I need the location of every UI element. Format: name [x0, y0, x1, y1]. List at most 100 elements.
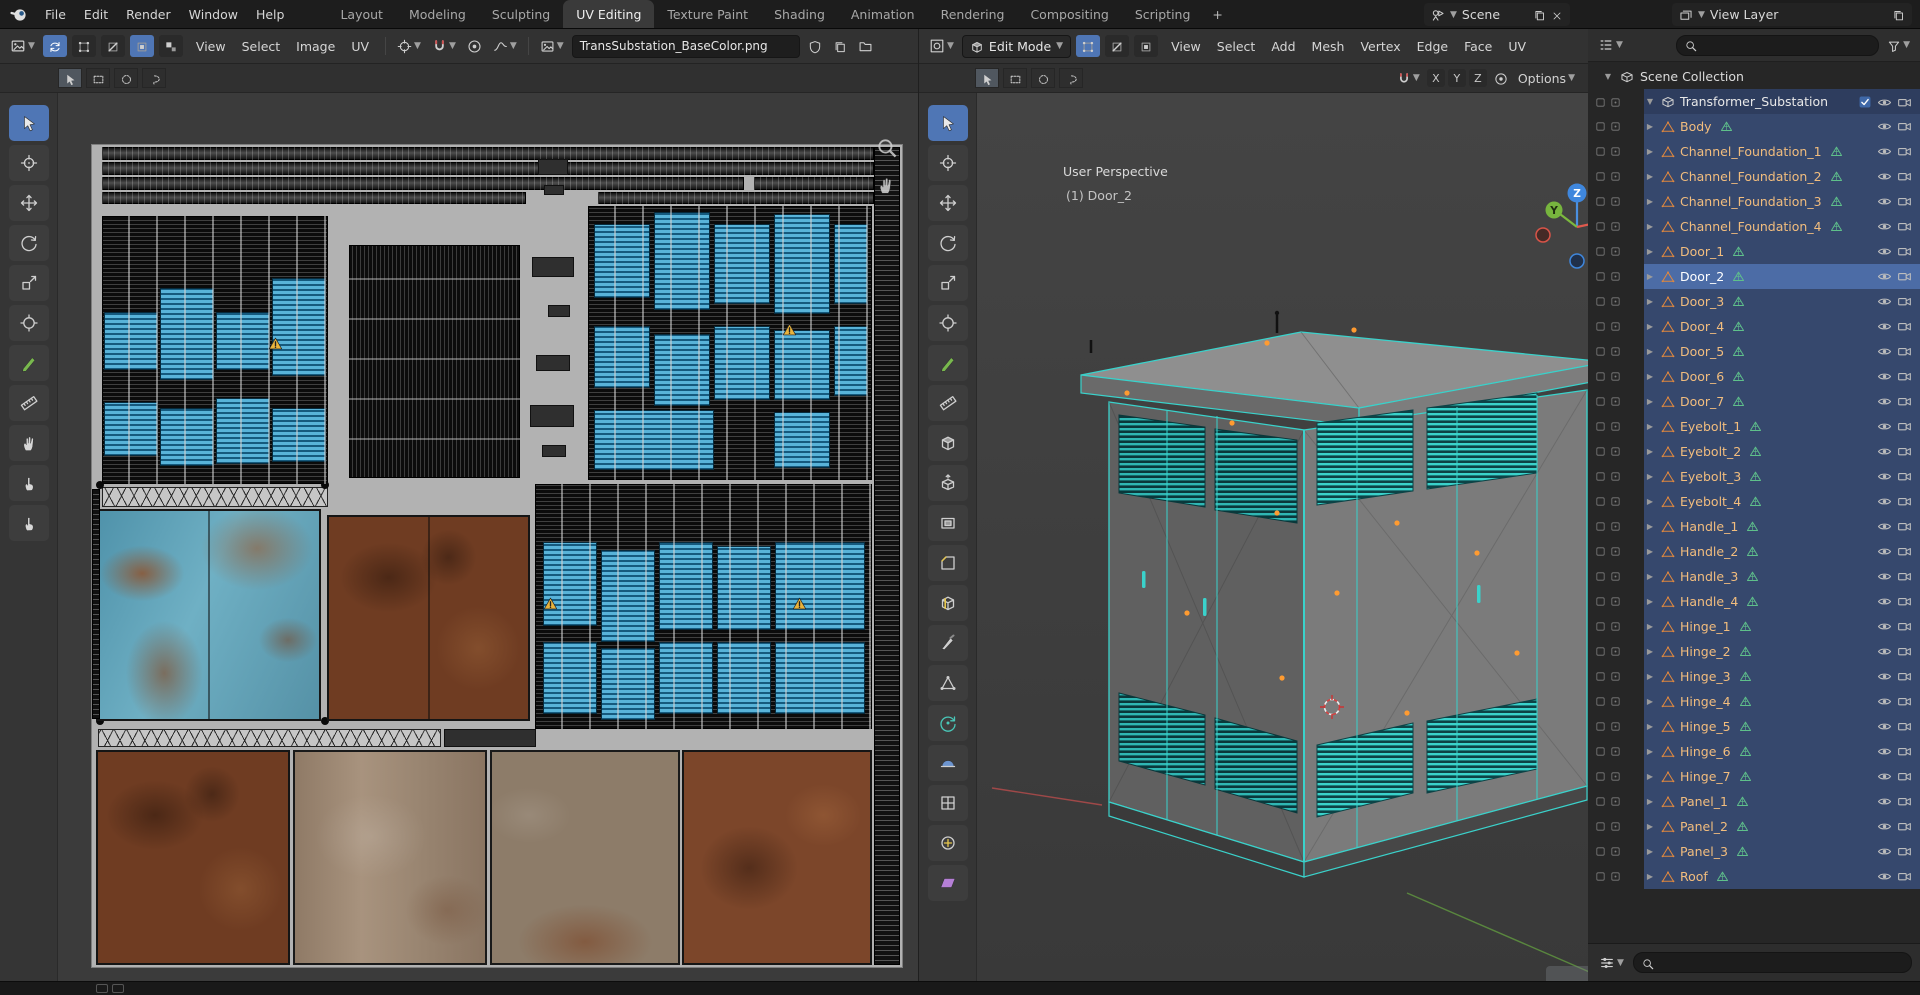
- outliner-search-input[interactable]: [1675, 34, 1880, 56]
- uv-select-lasso[interactable]: [142, 68, 166, 88]
- viewport-canvas[interactable]: User Perspective (1) Door_2 Z Y X: [977, 93, 1588, 981]
- vp-select-lasso[interactable]: [1059, 68, 1083, 88]
- hide-viewport-toggle[interactable]: [1877, 494, 1892, 509]
- expand-icon[interactable]: ▶: [1644, 472, 1656, 481]
- tab-shading[interactable]: Shading: [761, 0, 838, 28]
- expand-icon[interactable]: ▶: [1644, 247, 1656, 256]
- axis-toggle-y[interactable]: Y: [1447, 69, 1466, 87]
- disable-render-toggle[interactable]: [1897, 369, 1912, 384]
- extrude-region-tool[interactable]: [927, 465, 968, 501]
- viewport-menu-edge[interactable]: Edge: [1409, 39, 1456, 54]
- outliner-row-door_1[interactable]: ▶ Door_1: [1588, 239, 1920, 264]
- outliner-row-handle_3[interactable]: ▶ Handle_3: [1588, 564, 1920, 589]
- outliner-row-handle_4[interactable]: ▶ Handle_4: [1588, 589, 1920, 614]
- disable-render-toggle[interactable]: [1897, 544, 1912, 559]
- uv-editor-type-button[interactable]: ▼: [7, 36, 38, 57]
- rotate-tool[interactable]: [8, 225, 49, 261]
- outliner-filter-button[interactable]: ▼: [1884, 35, 1913, 55]
- expand-icon[interactable]: ▶: [1644, 522, 1656, 531]
- collection-checkbox[interactable]: [1858, 94, 1872, 110]
- disable-render-toggle[interactable]: [1897, 844, 1912, 859]
- outliner-row-hinge_2[interactable]: ▶ Hinge_2: [1588, 639, 1920, 664]
- disable-render-toggle[interactable]: [1897, 619, 1912, 634]
- uv-select-mode-edge[interactable]: [100, 35, 125, 57]
- axis-toggle-x[interactable]: X: [1426, 69, 1445, 87]
- expand-icon[interactable]: ▶: [1644, 647, 1656, 656]
- disable-render-toggle[interactable]: [1897, 694, 1912, 709]
- viewport-menu-vertex[interactable]: Vertex: [1352, 39, 1408, 54]
- viewport-menu-uv[interactable]: UV: [1500, 39, 1534, 54]
- tab-rendering[interactable]: Rendering: [928, 0, 1018, 28]
- zoom-icon[interactable]: [876, 137, 898, 159]
- disable-render-toggle[interactable]: [1897, 169, 1912, 184]
- hide-viewport-toggle[interactable]: [1877, 119, 1892, 134]
- expand-icon[interactable]: ▶: [1644, 672, 1656, 681]
- tweak-tool[interactable]: [927, 105, 968, 141]
- expand-icon[interactable]: ▶: [1644, 172, 1656, 181]
- fake-user-button[interactable]: [805, 36, 825, 56]
- image-name-field[interactable]: TransSubstation_BaseColor.png: [571, 34, 800, 58]
- disable-render-toggle[interactable]: [1897, 869, 1912, 884]
- hide-viewport-toggle[interactable]: [1877, 369, 1892, 384]
- grab-tool[interactable]: [8, 425, 49, 461]
- hide-viewport-toggle[interactable]: [1877, 169, 1892, 184]
- outliner-row-panel_2[interactable]: ▶ Panel_2: [1588, 814, 1920, 839]
- viewport-menu-add[interactable]: Add: [1263, 39, 1303, 54]
- cursor-tool[interactable]: [8, 145, 49, 181]
- uv-pivot-button[interactable]: ▼: [394, 36, 424, 56]
- gizmo-z-neg-axis[interactable]: [1569, 253, 1585, 269]
- outliner-row-channel_foundation_3[interactable]: ▶ Channel_Foundation_3: [1588, 189, 1920, 214]
- expand-icon[interactable]: ▶: [1644, 272, 1656, 281]
- uv-menu-select[interactable]: Select: [234, 39, 289, 54]
- pinch-tool[interactable]: [8, 505, 49, 541]
- new-image-button[interactable]: [830, 36, 850, 56]
- expand-icon[interactable]: ▶: [1644, 772, 1656, 781]
- move-tool[interactable]: [8, 185, 49, 221]
- hide-viewport-toggle[interactable]: [1877, 669, 1892, 684]
- outliner-row-handle_1[interactable]: ▶ Handle_1: [1588, 514, 1920, 539]
- hide-viewport-toggle[interactable]: [1877, 594, 1892, 609]
- hide-viewport-toggle[interactable]: [1877, 619, 1892, 634]
- outliner-row-panel_3[interactable]: ▶ Panel_3: [1588, 839, 1920, 864]
- uv-sync-selection-toggle[interactable]: [42, 35, 67, 57]
- open-image-button[interactable]: [855, 36, 876, 56]
- outliner-row-hinge_3[interactable]: ▶ Hinge_3: [1588, 664, 1920, 689]
- snap-button[interactable]: ▼: [1394, 68, 1423, 88]
- cursor-tool[interactable]: [927, 145, 968, 181]
- uv-select-tweak[interactable]: [58, 68, 82, 88]
- menu-help[interactable]: Help: [247, 0, 294, 28]
- hide-viewport-toggle[interactable]: [1877, 869, 1892, 884]
- outliner-row-eyebolt_2[interactable]: ▶ Eyebolt_2: [1588, 439, 1920, 464]
- outliner-row-handle_2[interactable]: ▶ Handle_2: [1588, 539, 1920, 564]
- pan-icon[interactable]: [876, 175, 896, 195]
- expand-icon[interactable]: ▶: [1644, 222, 1656, 231]
- expand-icon[interactable]: ▶: [1644, 847, 1656, 856]
- disable-render-toggle[interactable]: [1897, 744, 1912, 759]
- menu-edit[interactable]: Edit: [75, 0, 117, 28]
- uv-snap-button[interactable]: ▼: [429, 36, 459, 56]
- uv-menu-uv[interactable]: UV: [343, 39, 377, 54]
- hide-viewport-toggle[interactable]: [1877, 719, 1892, 734]
- hide-viewport-toggle[interactable]: [1877, 344, 1892, 359]
- vp-select-box[interactable]: [1003, 68, 1027, 88]
- relax-tool[interactable]: [8, 465, 49, 501]
- expand-icon[interactable]: ▶: [1644, 347, 1656, 356]
- scene-selector[interactable]: ▼ Scene: [1424, 3, 1570, 26]
- smooth-tool[interactable]: [927, 745, 968, 781]
- hide-viewport-toggle[interactable]: [1877, 444, 1892, 459]
- hide-viewport-toggle[interactable]: [1877, 144, 1892, 159]
- hide-viewport-toggle[interactable]: [1877, 744, 1892, 759]
- tab-modeling[interactable]: Modeling: [396, 0, 479, 28]
- measure-tool[interactable]: [927, 385, 968, 421]
- disable-render-toggle[interactable]: [1897, 219, 1912, 234]
- outliner-row-panel_1[interactable]: ▶ Panel_1: [1588, 789, 1920, 814]
- expand-icon[interactable]: ▶: [1644, 797, 1656, 806]
- uv-select-mode-island[interactable]: [158, 35, 183, 57]
- expand-icon[interactable]: ▶: [1644, 297, 1656, 306]
- shrink-flatten-tool[interactable]: [927, 825, 968, 861]
- vp-select-tweak[interactable]: [975, 68, 999, 88]
- vp-select-circle[interactable]: [1031, 68, 1055, 88]
- select-mode-face[interactable]: [1134, 35, 1159, 57]
- axis-toggle-z[interactable]: Z: [1468, 69, 1487, 87]
- disable-render-toggle[interactable]: [1897, 444, 1912, 459]
